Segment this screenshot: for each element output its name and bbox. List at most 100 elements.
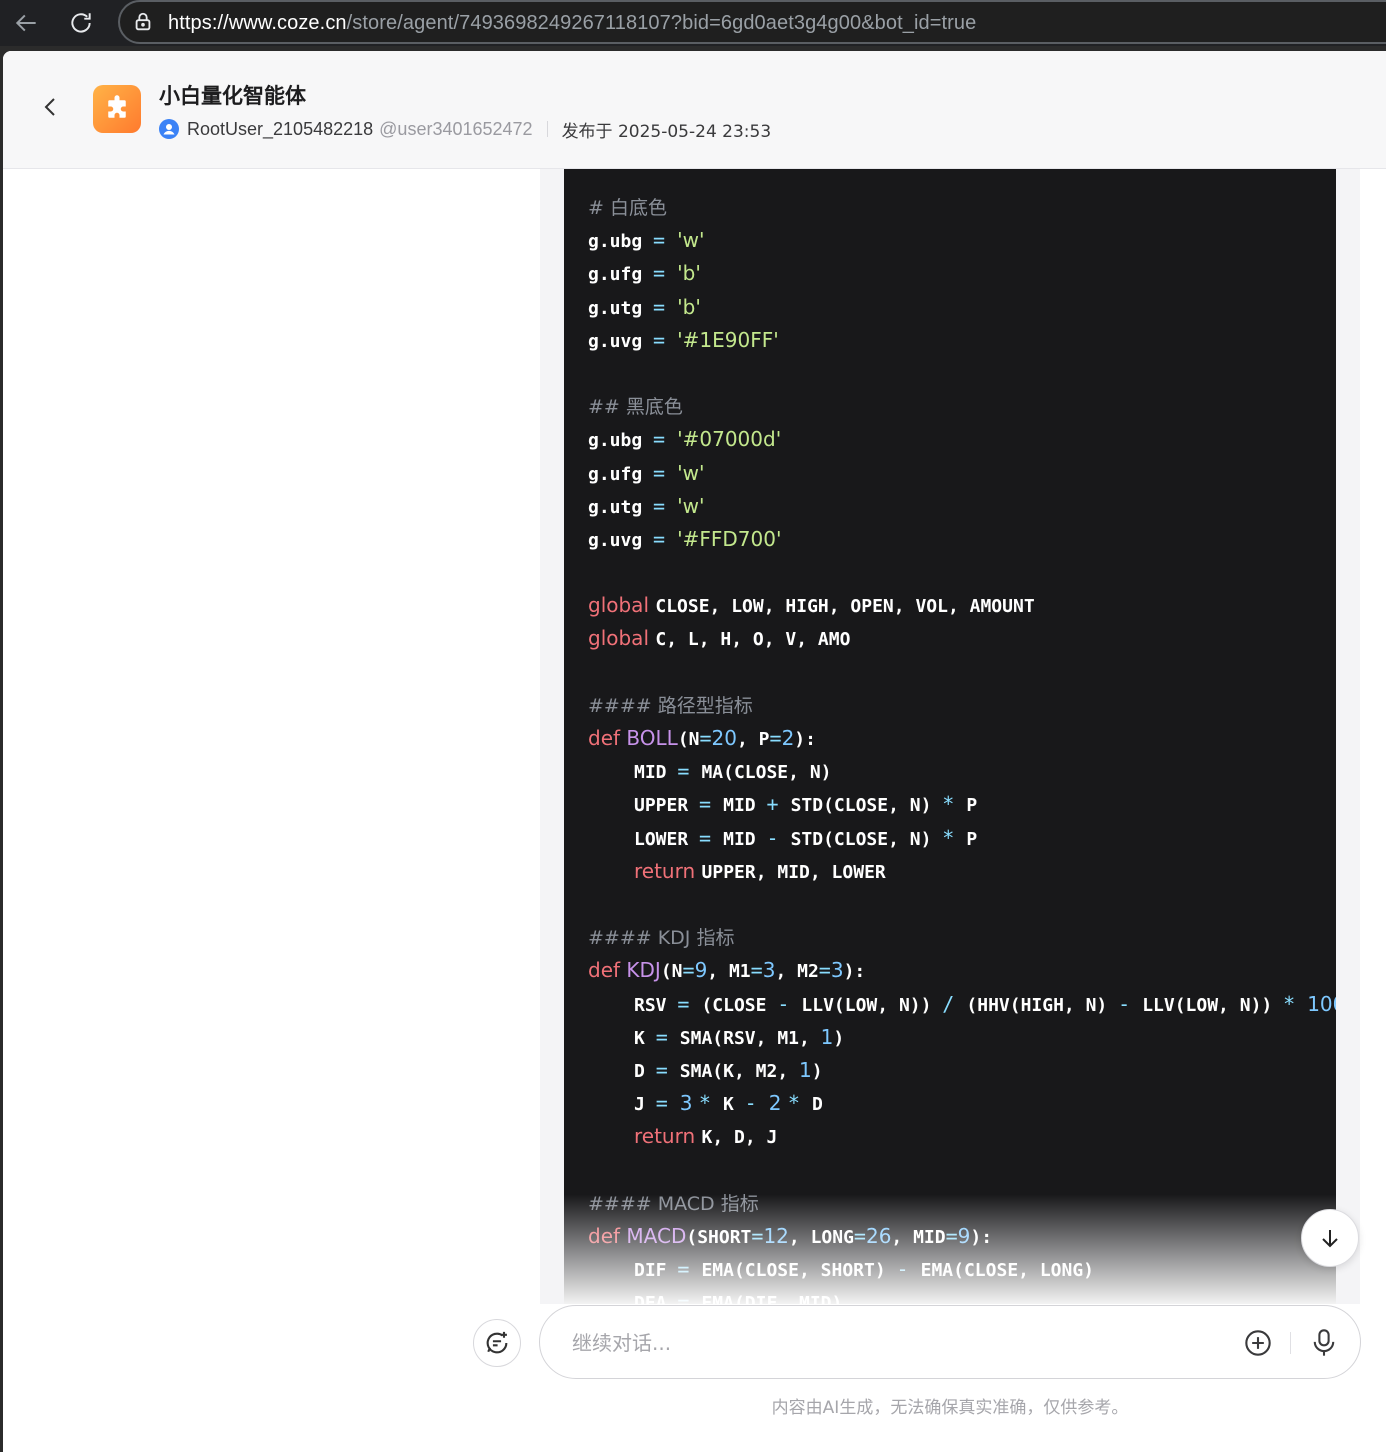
new-chat-button[interactable] (473, 1319, 521, 1367)
code-token: * (1283, 991, 1308, 1016)
code-line: ## 黑底色 (588, 390, 1336, 423)
code-token: = (653, 294, 678, 319)
code-token: global (588, 593, 656, 618)
code-token: / (942, 991, 967, 1016)
code-token: = (653, 526, 678, 551)
code-token: 1 (820, 1024, 834, 1049)
code-line: g.utg = 'w' (588, 490, 1336, 523)
code-token: = (653, 261, 678, 286)
code-token: 'w' (677, 228, 705, 253)
code-token: , M2 (775, 961, 819, 983)
code-token: = (653, 493, 678, 518)
code-line: g.utg = 'b' (588, 291, 1336, 324)
code-token: UPPER (634, 795, 700, 817)
code-block: # 白底色 g.ubg = 'w' g.ufg = 'b' g.utg = 'b' g.… (564, 169, 1336, 1304)
code-token: (CLOSE (701, 994, 778, 1016)
code-token: '#1E90FF' (677, 327, 779, 352)
code-token: g.utg (588, 496, 654, 518)
code-token: = (682, 958, 695, 983)
code-token: CLOSE, LOW, HIGH, OPEN, VOL, AMOUNT (655, 596, 1035, 618)
code-line: g.ufg = 'b' (588, 257, 1336, 290)
code-token: = (653, 228, 678, 253)
code-token: g.ubg (588, 430, 654, 452)
code-token: g.ufg (588, 463, 654, 485)
code-token: (HHV(HIGH, N) (966, 994, 1119, 1016)
code-token: , P (737, 729, 770, 750)
code-token: J (634, 1094, 656, 1116)
browser-bar: https://www.coze.cn/store/agent/74936982… (0, 0, 1386, 46)
code-token: = (653, 460, 678, 485)
code-line: MID = MA(CLOSE, N) (588, 755, 1336, 788)
code-token: MID (723, 795, 767, 817)
code-token: = (653, 427, 678, 452)
scroll-to-bottom-button[interactable] (1301, 1209, 1359, 1267)
code-token: K (634, 1027, 656, 1049)
browser-back-button[interactable] (10, 6, 44, 40)
code-token: ): (794, 729, 816, 750)
code-token: - (1118, 991, 1143, 1016)
code-line: global CLOSE, LOW, HIGH, OPEN, VOL, AMOU… (588, 589, 1336, 622)
code-token: g.ufg (588, 264, 654, 286)
code-token: ) (833, 1027, 845, 1049)
meta-divider (546, 121, 548, 137)
plus-circle-icon (1245, 1330, 1271, 1356)
url-host: https://www.coze.cn (168, 12, 347, 34)
code-token: 2 (768, 1091, 788, 1116)
code-token: = (655, 1057, 680, 1082)
lock-icon (135, 12, 151, 31)
code-token: 3 (679, 1091, 699, 1116)
code-token: - (777, 991, 802, 1016)
code-token: (N (660, 961, 683, 983)
code-token: BOLL (626, 726, 678, 750)
code-token: = (677, 759, 702, 784)
code-line: g.ubg = 'w' (588, 224, 1336, 257)
code-token: = (653, 327, 678, 352)
code-token: * (698, 1091, 723, 1116)
code-lines: # 白底色 g.ubg = 'w' g.ufg = 'b' g.utg = 'b' g.… (588, 191, 1336, 1304)
code-line: #### KDJ 指标 (588, 921, 1336, 954)
code-token: 20 (711, 726, 737, 750)
publish-date: 发布于 2025-05-24 23:53 (561, 121, 772, 142)
add-attachment-button[interactable] (1244, 1329, 1272, 1357)
reload-icon (71, 13, 91, 33)
code-token: D (811, 1094, 823, 1116)
code-token: D (634, 1060, 656, 1082)
code-token: return (634, 858, 702, 883)
back-button[interactable] (39, 95, 63, 119)
code-token: SMA(RSV, M1, (679, 1027, 821, 1049)
code-token: = (769, 726, 782, 750)
code-token: = (699, 726, 712, 750)
voice-input-button[interactable] (1310, 1328, 1338, 1358)
browser-reload-button[interactable] (64, 6, 98, 40)
code-token: 'b' (677, 294, 701, 319)
address-bar[interactable]: https://www.coze.cn/store/agent/74936982… (118, 0, 1386, 44)
code-token: #### KDJ 指标 (588, 927, 735, 950)
code-token: def (588, 958, 627, 983)
code-token: = (699, 792, 724, 817)
code-token: * (942, 825, 967, 850)
agent-avatar (93, 85, 141, 133)
code-token: g.utg (588, 297, 654, 319)
code-line: return UPPER, MID, LOWER (588, 855, 1336, 888)
chat-input[interactable] (572, 1324, 1212, 1362)
code-token: - (744, 1091, 769, 1116)
code-line: def BOLL(N=20, P=2): (588, 722, 1336, 755)
code-token: '#FFD700' (677, 526, 782, 551)
code-line: RSV = (CLOSE - LLV(LOW, N)) / (HHV(HIGH,… (588, 988, 1336, 1021)
author-name[interactable]: RootUser_2105482218 (187, 119, 373, 140)
code-token: 1 (799, 1057, 812, 1082)
code-token: 3 (830, 958, 844, 983)
code-token: LLV(LOW, N)) (1142, 994, 1284, 1016)
code-token: 'b' (677, 261, 701, 286)
code-token: = (655, 1091, 680, 1116)
code-line: global C, L, H, O, V, AMO (588, 622, 1336, 655)
code-token: 3 (762, 958, 776, 983)
user-badge-icon (159, 119, 179, 139)
code-token: ): (843, 961, 866, 983)
code-token: return (634, 1124, 702, 1149)
chevron-left-icon (44, 98, 55, 116)
code-token: SMA(K, M2, (679, 1060, 799, 1082)
